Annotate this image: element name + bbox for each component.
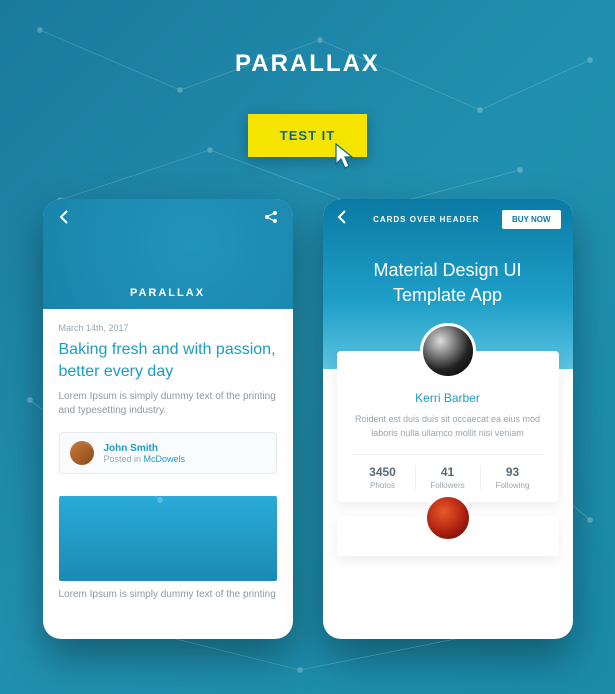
buy-now-button[interactable]: BUY NOW bbox=[502, 210, 561, 229]
phone2-topbar-title: CARDS OVER HEADER bbox=[373, 215, 479, 224]
author-meta: Posted in McDowels bbox=[104, 454, 186, 464]
profile-avatar bbox=[420, 323, 476, 379]
author-category-link[interactable]: McDowels bbox=[144, 454, 186, 464]
profile-card: Kerri Barber Roident est duis duis sit o… bbox=[337, 351, 559, 502]
phone1-hero: PARALLAX bbox=[43, 199, 293, 309]
cursor-icon bbox=[332, 142, 358, 172]
share-icon[interactable] bbox=[263, 209, 279, 230]
back-arrow-icon[interactable] bbox=[57, 209, 73, 230]
profile-name: Kerri Barber bbox=[351, 391, 545, 405]
phone2-hero-title: Material Design UI Template App bbox=[323, 258, 573, 308]
phone-mockup-1: PARALLAX March 14th, 2017 Baking fresh a… bbox=[43, 199, 293, 639]
back-arrow-icon[interactable] bbox=[335, 209, 351, 230]
post-image bbox=[59, 496, 277, 581]
profile-bio: Roident est duis duis sit occaecat ea ei… bbox=[351, 413, 545, 440]
stat-following[interactable]: 93 Following bbox=[481, 465, 545, 490]
author-name: John Smith bbox=[104, 443, 186, 454]
post-headline: Baking fresh and with passion, better ev… bbox=[59, 339, 277, 382]
author-avatar bbox=[70, 441, 94, 465]
post-date: March 14th, 2017 bbox=[59, 323, 277, 333]
phone1-hero-label: PARALLAX bbox=[43, 287, 293, 299]
phone-mockup-2: CARDS OVER HEADER BUY NOW Material Desig… bbox=[323, 199, 573, 639]
stat-followers[interactable]: 41 Followers bbox=[416, 465, 481, 490]
post-continued-text: Lorem Ipsum is simply dummy text of the … bbox=[43, 589, 293, 600]
profile-stats: 3450 Photos 41 Followers 93 Following bbox=[351, 454, 545, 490]
stat-photos[interactable]: 3450 Photos bbox=[351, 465, 416, 490]
profile-avatar-2 bbox=[424, 494, 472, 542]
page-title: PARALLAX bbox=[0, 0, 615, 78]
author-card[interactable]: John Smith Posted in McDowels bbox=[59, 432, 277, 474]
profile-card-2 bbox=[337, 516, 559, 556]
post-description: Lorem Ipsum is simply dummy text of the … bbox=[59, 390, 277, 418]
